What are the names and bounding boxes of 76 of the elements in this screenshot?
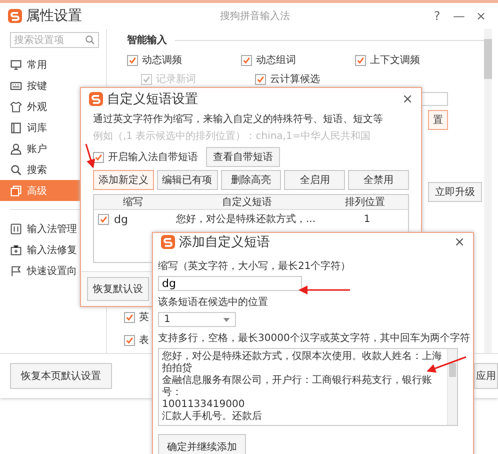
close-button[interactable]: ×	[454, 234, 465, 250]
position-dropdown[interactable]: 1	[158, 312, 236, 327]
minimize-button[interactable]: —	[450, 9, 468, 23]
close-button[interactable]: ×	[472, 9, 490, 23]
shirt-icon	[10, 100, 22, 112]
sidebar-item[interactable]: 按键	[0, 75, 106, 96]
close-button[interactable]: ×	[402, 92, 413, 106]
search-icon	[10, 164, 22, 176]
action-button[interactable]: 全启用	[284, 170, 346, 190]
option-label: 英	[139, 310, 149, 324]
layers-icon	[10, 184, 22, 196]
help-button[interactable]: ?	[428, 9, 446, 23]
option-label: 记录新词	[156, 72, 196, 86]
description-text: 通过英文字符作为缩写，来输入自定义的特殊符号、短语、短文等	[93, 112, 384, 126]
monitor-icon	[10, 58, 22, 70]
abbreviation-field[interactable]: dg	[158, 276, 302, 291]
search-icon	[85, 35, 95, 45]
app-name: 搜狗拼音输入法	[219, 10, 291, 23]
checkbox[interactable]	[98, 214, 109, 224]
section-heading: 智能输入	[127, 34, 167, 47]
toolbox-icon	[10, 244, 22, 256]
phrase-text-area[interactable]: 您好，对公是特殊还款方式，仅限本次使用。收款人姓名：上海拍拍贷 金融信息服务有限公司，开户行：工商银行科苑支行，银行账号： 1001133419000 汇款人手机号。还款后	[158, 348, 458, 426]
action-button[interactable]: 全禁用	[348, 170, 409, 190]
book-icon	[10, 122, 22, 134]
window-title: 属性设置	[26, 7, 82, 25]
apply-button[interactable]: 应用	[474, 363, 498, 389]
search-field[interactable]: 搜索设置项	[10, 32, 99, 48]
settings-button[interactable]: 置	[428, 110, 448, 130]
dialog-title: 添加自定义短语	[179, 234, 270, 251]
table-cell-text: 您好，对公是特殊还款方式，...	[176, 212, 317, 226]
dialog-title: 自定义短语设置	[107, 91, 198, 108]
sidebar-item[interactable]: 输入法管理	[0, 218, 106, 239]
upgrade-button[interactable]: 立即升级	[428, 182, 482, 202]
scrollbar[interactable]	[447, 349, 457, 425]
option-label: 动态组词	[256, 54, 296, 67]
action-button[interactable]: 添加新定义	[93, 170, 154, 190]
column-header: 缩写	[122, 196, 144, 209]
annotation-arrow	[298, 286, 350, 294]
panel-icon	[10, 222, 22, 234]
field-label: 支持多行，空格，最长30000个汉字或英文字符，其中回车为两个字符	[158, 332, 470, 345]
checkbox[interactable]	[241, 54, 252, 66]
option-label: 表	[139, 334, 149, 347]
checkbox[interactable]	[255, 74, 266, 84]
logo-icon	[8, 9, 22, 23]
action-button[interactable]: 删除高亮	[220, 170, 282, 190]
annotation-arrow	[85, 144, 96, 168]
person-icon	[10, 142, 22, 154]
checkbox[interactable]	[124, 334, 135, 346]
restore-defaults-button[interactable]: 恢复本页默认设置	[10, 363, 112, 389]
option-label: 上下文调频	[370, 54, 420, 67]
view-builtin-button[interactable]: 查看自带短语	[206, 147, 280, 167]
checkbox[interactable]	[355, 54, 366, 66]
option-label: 动态调频	[142, 54, 182, 67]
field-label: 该条短语在候选中的位置	[158, 296, 268, 309]
scrollbar[interactable]	[484, 29, 492, 353]
caret-icon	[223, 318, 230, 322]
action-button[interactable]: 编辑已有项	[156, 170, 218, 190]
column-header: 自定义短语	[221, 196, 273, 209]
sidebar-item[interactable]: 常用	[0, 54, 106, 75]
sidebar-item[interactable]: 输入法修复	[0, 239, 106, 260]
option-label: 开启输入法自带短语	[108, 150, 198, 164]
option-label: 云计算候选	[270, 72, 320, 86]
restore-defaults-button[interactable]: 恢复默认设	[87, 277, 149, 301]
logo-icon	[89, 92, 103, 106]
table-cell-text: 1	[362, 214, 372, 224]
example-text: 例如（,1 表示候选中的排列位置）：china,1=中华人民共和国	[93, 130, 372, 143]
confirm-add-button[interactable]: 确定并继续添加	[158, 434, 246, 454]
flag-icon	[10, 264, 22, 276]
column-header: 排列位置	[344, 196, 386, 209]
logo-icon	[161, 235, 175, 249]
keyboard-icon	[10, 80, 22, 92]
checkbox[interactable]	[93, 152, 104, 162]
field-label: 缩写（英文字符，大小写，最长21个字符）	[158, 260, 351, 273]
table-cell: dg	[114, 212, 128, 226]
checkbox[interactable]	[124, 312, 135, 322]
checkbox[interactable]	[127, 54, 138, 66]
